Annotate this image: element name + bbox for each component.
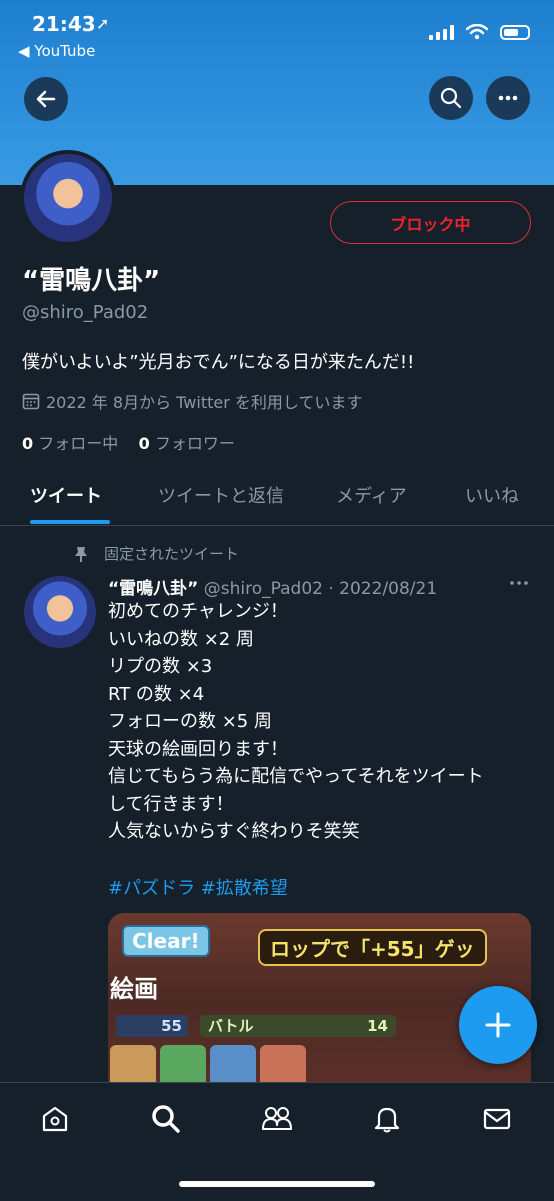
tweet-avatar[interactable] (24, 576, 96, 648)
tweet-media-image[interactable]: Clear! ロップで「+55」ゲッ 絵画 55 バトル 14 (108, 913, 531, 1083)
calendar-icon (22, 393, 40, 410)
pinned-indicator: 固定されたツイート (72, 543, 239, 564)
tweet-line: いいねの数 ×2 周 (108, 628, 254, 650)
profile-handle: @shiro_Pad02 (22, 302, 149, 323)
media-stat-2-value: 14 (367, 1017, 388, 1035)
followers-count: 0 (138, 434, 150, 453)
profile-display-name: “雷鳴八卦” (22, 266, 161, 296)
follow-stats: 0 フォロー中 0 フォロワー (22, 430, 235, 454)
more-options-button[interactable] (486, 76, 530, 120)
media-clear-label: Clear! (122, 925, 210, 957)
profile-tabs: ツイート ツイートと返信 メディア いいね (0, 470, 554, 526)
media-character-tiles (110, 1045, 306, 1083)
media-stat-2-label: バトル (208, 1017, 254, 1035)
tweet-line: 人気ないからすぐ終わりそ笑笑 (108, 821, 360, 842)
followers-link[interactable]: 0 フォロワー (139, 434, 235, 453)
following-link[interactable]: 0 フォロー中 (22, 434, 118, 453)
home-icon (42, 1106, 68, 1132)
media-banner-text: ロップで「+55」ゲッ (258, 929, 487, 966)
battery-icon (500, 24, 530, 40)
back-to-app-link[interactable]: ◀ YouTube (18, 42, 95, 60)
profile-joined: 2022 年 8月から Twitter を利用しています (22, 389, 362, 413)
tab-media[interactable]: メディア (336, 482, 407, 508)
back-arrow-icon (36, 90, 56, 108)
mail-icon (483, 1108, 511, 1130)
nav-search[interactable] (146, 1099, 186, 1139)
pinned-label: 固定されたツイート (104, 545, 240, 563)
tweet-line: 初めてのチャレンジ！ (108, 601, 288, 622)
tweet-line: フォローの数 ×5 周 (108, 711, 272, 732)
bell-icon (374, 1107, 400, 1133)
wifi-icon (466, 24, 488, 40)
communities-icon (262, 1107, 292, 1130)
nav-home[interactable] (35, 1099, 75, 1139)
plus-icon (485, 1012, 511, 1038)
location-arrow-icon: ➚ (96, 14, 110, 33)
profile-bio: 僕がいよいよ”光月おでん”になる日が来たんだ!! (22, 352, 415, 373)
profile-avatar[interactable] (20, 150, 116, 246)
tweet-line: して行きます！ (108, 793, 234, 815)
signal-icon (429, 24, 454, 40)
followers-label: フォロワー (154, 434, 235, 453)
profile-joined-text: 2022 年 8月から Twitter を利用しています (46, 393, 363, 412)
back-button[interactable] (24, 77, 68, 121)
tab-likes[interactable]: いいね (465, 482, 519, 508)
tab-tweets-and-replies[interactable]: ツイートと返信 (158, 482, 284, 508)
search-icon (440, 87, 462, 109)
following-count: 0 (22, 434, 34, 453)
blocked-button[interactable]: ブロック中 (330, 201, 531, 244)
nav-notifications[interactable] (367, 1099, 407, 1139)
tweet-line: RT の数 ×4 (108, 683, 205, 705)
tweet-line: 信じてもらう為に配信でやってそれをツイート (108, 766, 484, 787)
media-stat-2: バトル 14 (200, 1015, 396, 1037)
search-button[interactable] (429, 76, 473, 120)
search-icon (152, 1105, 180, 1133)
media-stat-1: 55 (116, 1015, 188, 1037)
pin-icon (75, 546, 87, 562)
status-time: 21:43 (32, 12, 96, 36)
nav-messages[interactable] (477, 1099, 517, 1139)
tweet-hashtags[interactable]: #パズドラ #拡散希望 (108, 874, 288, 900)
tab-tweets[interactable]: ツイート (30, 482, 102, 508)
following-label: フォロー中 (38, 434, 119, 453)
more-dots-icon (498, 95, 518, 101)
more-dots-icon (510, 581, 528, 585)
tweet-author-name[interactable]: “雷鳴八卦” (108, 579, 198, 599)
tweet-header: “雷鳴八卦” @shiro_Pad02 · 2022/08/21 (108, 574, 437, 599)
status-bar: 21:43 ➚ ◀ YouTube (0, 0, 554, 70)
compose-tweet-button[interactable] (459, 986, 537, 1064)
nav-communities[interactable] (257, 1099, 297, 1139)
tweet-text: 初めてのチャレンジ！ いいねの数 ×2 周 リプの数 ×3 RT の数 ×4 フ… (108, 598, 538, 846)
media-title: 絵画 (110, 975, 158, 1003)
tweet-line: 天球の絵画回ります！ (108, 738, 288, 760)
home-indicator (179, 1181, 375, 1187)
tweet-meta: @shiro_Pad02 · 2022/08/21 (203, 579, 438, 599)
active-tab-indicator (30, 520, 110, 524)
tweet-more-button[interactable] (508, 572, 530, 599)
tweet-line: リプの数 ×3 (108, 656, 213, 677)
